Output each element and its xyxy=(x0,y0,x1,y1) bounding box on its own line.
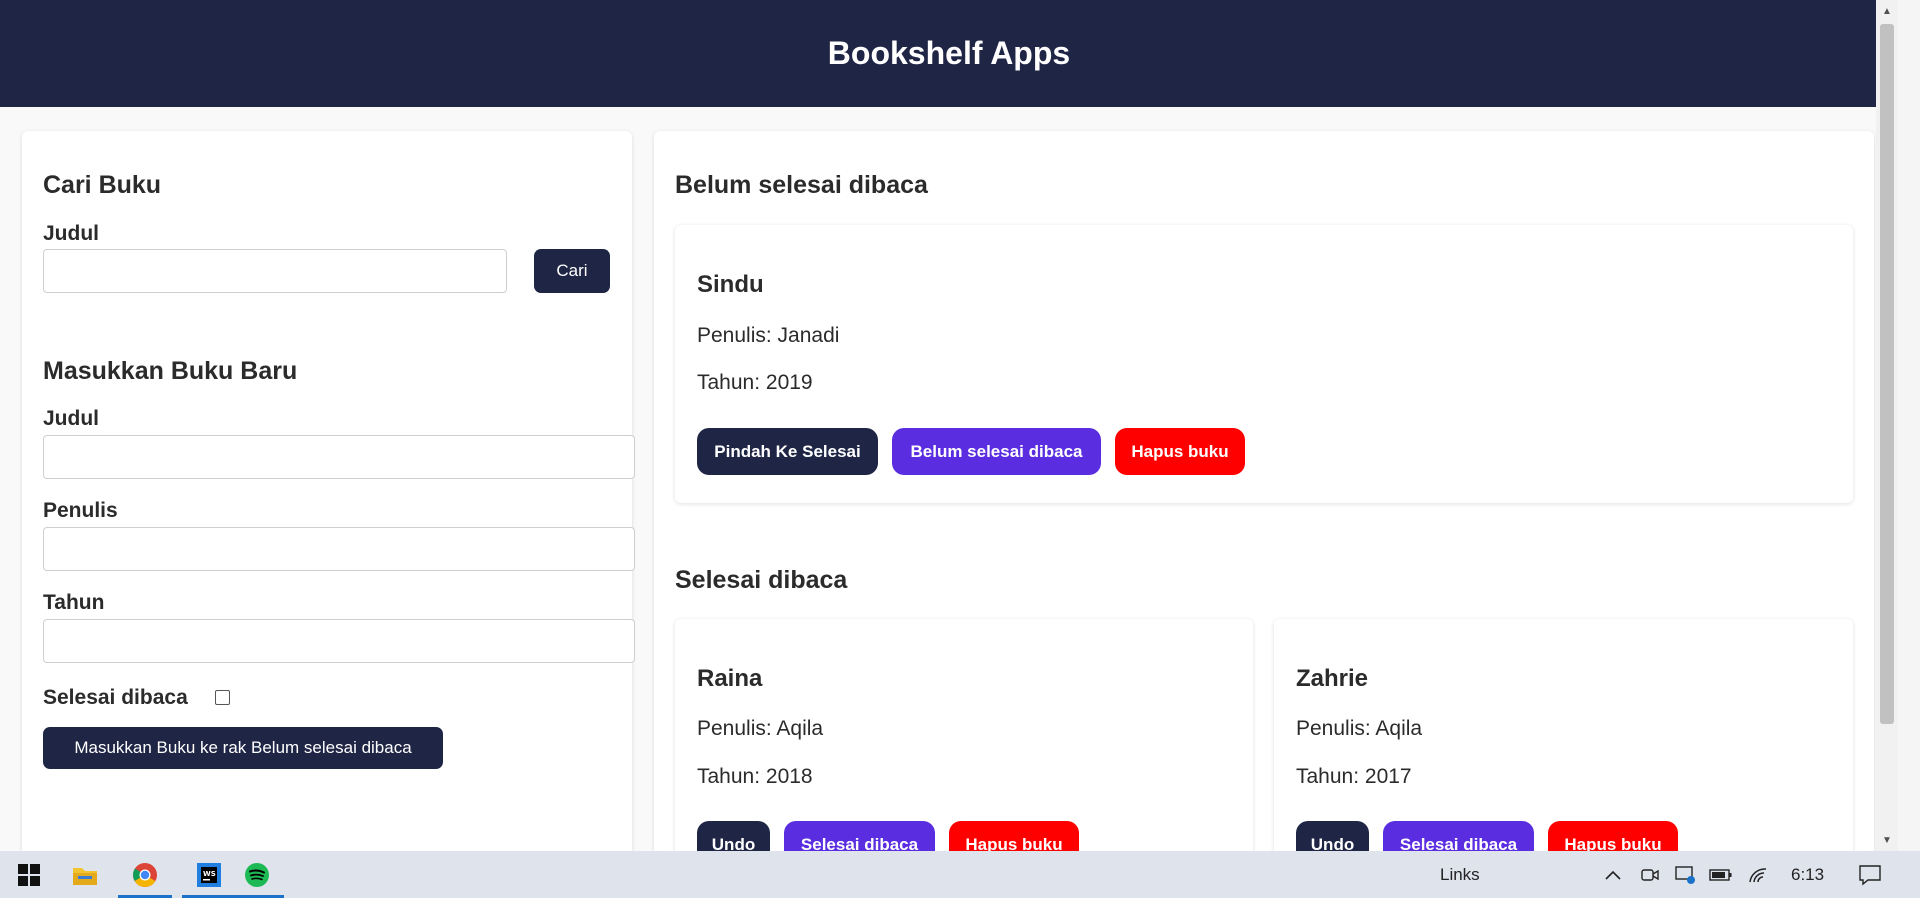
book-year: Tahun: 2019 xyxy=(697,371,813,394)
move-to-complete-button[interactable]: Pindah Ke Selesai xyxy=(697,428,878,475)
new-book-title-label: Judul xyxy=(43,407,99,430)
complete-checkbox[interactable] xyxy=(215,690,230,705)
new-book-year-input[interactable] xyxy=(43,619,635,663)
chevron-up-icon[interactable] xyxy=(1601,863,1625,887)
status-button[interactable]: Selesai dibaca xyxy=(1383,821,1534,851)
new-book-year-label: Tahun xyxy=(43,591,105,614)
complete-shelf-heading: Selesai dibaca xyxy=(675,566,848,594)
status-button[interactable]: Belum selesai dibaca xyxy=(892,428,1101,475)
book-author: Penulis: Aqila xyxy=(697,717,824,740)
book-title: Sindu xyxy=(697,271,764,298)
shelves-panel: Belum selesai dibaca Sindu Penulis: Jana… xyxy=(654,131,1874,851)
links-toolbar-label[interactable]: Links xyxy=(1440,865,1480,885)
meet-now-icon[interactable] xyxy=(1638,863,1662,887)
windows-start-icon[interactable] xyxy=(0,851,58,898)
search-button[interactable]: Cari xyxy=(534,249,610,293)
wifi-icon[interactable] xyxy=(1746,863,1770,887)
search-title-input[interactable] xyxy=(43,249,507,293)
book-card: Raina Penulis: Aqila Tahun: 2018 Undo Se… xyxy=(675,619,1253,851)
book-card: Zahrie Penulis: Aqila Tahun: 2017 Undo S… xyxy=(1274,619,1853,851)
main-content: Cari Buku Judul Cari Masukkan Buku Baru … xyxy=(0,107,1898,851)
book-title: Zahrie xyxy=(1296,665,1369,692)
book-author: Penulis: Aqila xyxy=(1296,717,1423,740)
notification-center-icon[interactable] xyxy=(1858,863,1882,887)
book-author: Penulis: Janadi xyxy=(697,324,840,347)
app-header: Bookshelf Apps xyxy=(0,0,1898,107)
browser-viewport: Bookshelf Apps Cari Buku Judul Cari Masu… xyxy=(0,0,1898,851)
clock[interactable]: 6:13 xyxy=(1791,865,1824,885)
search-title-label: Judul xyxy=(43,222,99,245)
book-year: Tahun: 2018 xyxy=(697,765,813,788)
battery-icon[interactable] xyxy=(1709,863,1733,887)
screen-share-icon[interactable] xyxy=(1673,863,1697,887)
scroll-up-icon[interactable]: ▲ xyxy=(1876,2,1898,20)
submit-book-button[interactable]: Masukkan Buku ke rak Belum selesai dibac… xyxy=(43,727,443,769)
book-title: Raina xyxy=(697,665,763,692)
input-panel: Cari Buku Judul Cari Masukkan Buku Baru … xyxy=(22,131,635,851)
delete-book-button[interactable]: Hapus buku xyxy=(1115,428,1245,475)
new-book-author-input[interactable] xyxy=(43,527,635,571)
page-scrollbar[interactable]: ▲ ▼ xyxy=(1876,0,1898,851)
page-title: Bookshelf Apps xyxy=(827,35,1071,71)
file-explorer-icon[interactable] xyxy=(56,851,114,898)
scroll-thumb[interactable] xyxy=(1880,24,1894,724)
svg-text:WS: WS xyxy=(203,870,216,878)
undo-button[interactable]: Undo xyxy=(697,821,770,851)
windows-taskbar: WS Links 6:13 xyxy=(0,851,1920,898)
chrome-icon[interactable] xyxy=(116,851,174,898)
delete-book-button[interactable]: Hapus buku xyxy=(949,821,1079,851)
status-button[interactable]: Selesai dibaca xyxy=(784,821,935,851)
new-book-title-input[interactable] xyxy=(43,435,635,479)
search-heading: Cari Buku xyxy=(43,171,162,199)
new-book-author-label: Penulis xyxy=(43,499,118,522)
complete-checkbox-label: Selesai dibaca xyxy=(43,686,188,709)
book-year: Tahun: 2017 xyxy=(1296,765,1412,788)
delete-book-button[interactable]: Hapus buku xyxy=(1548,821,1678,851)
book-card: Sindu Penulis: Janadi Tahun: 2019 Pindah… xyxy=(675,225,1853,503)
undo-button[interactable]: Undo xyxy=(1296,821,1369,851)
scroll-down-icon[interactable]: ▼ xyxy=(1876,831,1898,849)
spotify-icon[interactable] xyxy=(228,851,286,898)
incomplete-shelf-heading: Belum selesai dibaca xyxy=(675,171,928,199)
new-book-heading: Masukkan Buku Baru xyxy=(43,357,298,385)
